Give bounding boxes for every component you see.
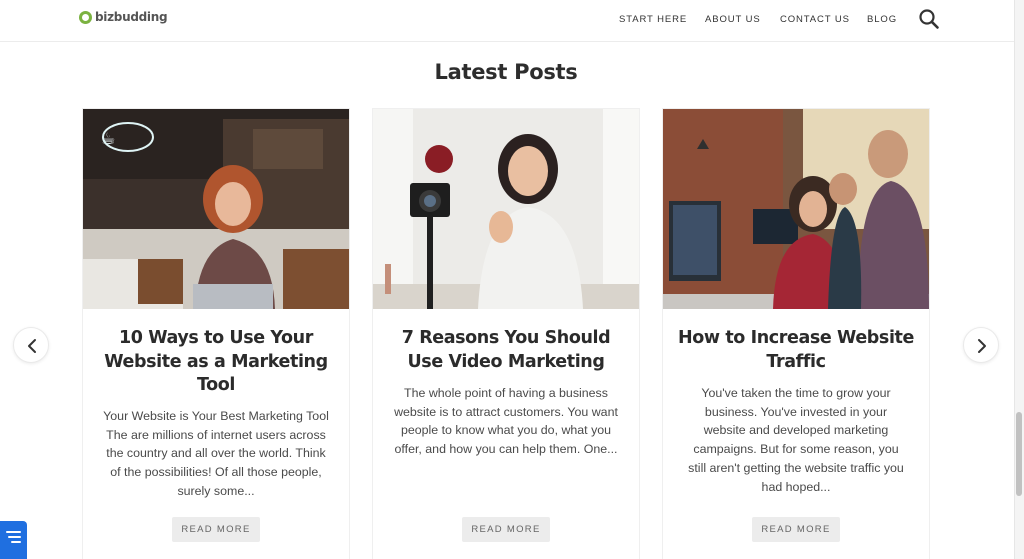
post-thumbnail[interactable]: ☕ bbox=[83, 109, 349, 309]
scrollbar-thumb[interactable] bbox=[1016, 412, 1022, 496]
post-title[interactable]: How to Increase Website Traffic bbox=[677, 327, 915, 374]
woman-vlogging-camera-photo bbox=[373, 109, 639, 309]
logo-text: bizbudding bbox=[95, 10, 168, 24]
carousel-next-button[interactable] bbox=[963, 327, 999, 363]
post-title[interactable]: 7 Reasons You Should Use Video Marketing bbox=[387, 327, 625, 374]
read-more-button[interactable]: READ MORE bbox=[752, 517, 840, 542]
chat-lines-icon bbox=[6, 531, 21, 543]
read-more-button[interactable]: READ MORE bbox=[462, 517, 550, 542]
post-thumbnail[interactable] bbox=[373, 109, 639, 309]
search-icon[interactable] bbox=[918, 8, 940, 30]
post-excerpt: You've taken the time to grow your busin… bbox=[688, 386, 904, 494]
nav-contact-us[interactable]: CONTACT US bbox=[780, 14, 850, 25]
team-at-computer-photo bbox=[663, 109, 929, 309]
woman-laptop-cafe-photo: ☕ bbox=[83, 109, 349, 309]
site-header: bizbudding START HERE ABOUT US CONTACT U… bbox=[0, 0, 1014, 42]
nav-blog[interactable]: BLOG bbox=[867, 14, 897, 25]
post-title[interactable]: 10 Ways to Use Your Website as a Marketi… bbox=[97, 327, 335, 398]
chevron-left-icon bbox=[28, 339, 36, 353]
nav-start-here[interactable]: START HERE bbox=[619, 14, 687, 25]
nav-about-us[interactable]: ABOUT US bbox=[705, 14, 761, 25]
section-title: Latest Posts bbox=[434, 60, 578, 84]
logo-leaf-icon bbox=[79, 10, 92, 24]
page-scrollbar[interactable] bbox=[1014, 0, 1024, 559]
post-card: How to Increase Website Traffic You've t… bbox=[662, 108, 930, 559]
post-excerpt: The whole point of having a business web… bbox=[394, 386, 618, 457]
post-card: ☕ 10 Ways to Use Your Website as a Marke… bbox=[82, 108, 350, 559]
chat-widget-button[interactable] bbox=[0, 521, 27, 559]
post-excerpt: Your Website is Your Best Marketing Tool… bbox=[103, 409, 329, 498]
site-logo[interactable]: bizbudding bbox=[79, 10, 168, 24]
post-thumbnail[interactable] bbox=[663, 109, 929, 309]
post-card: 7 Reasons You Should Use Video Marketing… bbox=[372, 108, 640, 559]
chevron-right-icon bbox=[978, 339, 986, 353]
read-more-button[interactable]: READ MORE bbox=[172, 517, 260, 542]
carousel-prev-button[interactable] bbox=[13, 327, 49, 363]
